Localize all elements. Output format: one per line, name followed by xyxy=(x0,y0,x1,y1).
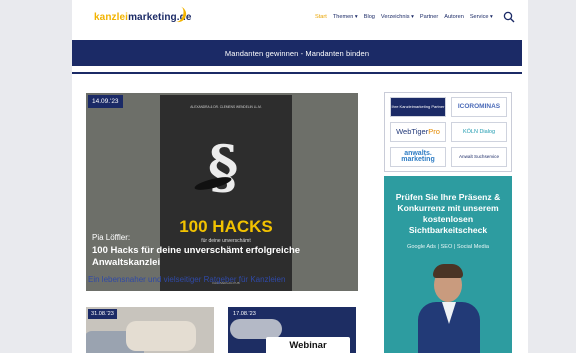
partner-label: Pro xyxy=(428,127,440,136)
article-date-badge: 17.08.'23 xyxy=(230,309,259,319)
logo-part-kanzlei: kanzlei xyxy=(94,12,129,23)
article-excerpt-link[interactable]: Ein lebensnaher und vielseitiger Ratgebe… xyxy=(88,275,285,284)
nav-autoren[interactable]: Autoren xyxy=(444,14,464,20)
nav-partner[interactable]: Partner xyxy=(420,14,438,20)
nav-blog[interactable]: Blog xyxy=(364,14,375,20)
book-authors: ALEXANDRA & DR. CLEMENS WENDELIN LL.M. xyxy=(190,105,262,109)
partner-logo-koeln-dialog[interactable]: KÖLN Dialog xyxy=(451,122,507,142)
article-card[interactable]: Webinar 17.08.'23 xyxy=(228,307,356,353)
article-date-badge: 14.09.'23 xyxy=(88,95,123,108)
partner-logo-kanzleimarketing[interactable]: Ihre Kanzleimarketing Partner xyxy=(390,97,446,117)
ad-headline: Prüfen Sie Ihre Präsenz & Konkurrenz mit… xyxy=(395,192,501,235)
article-title[interactable]: 100 Hacks für deine unverschämt erfolgre… xyxy=(92,245,342,269)
nav-themen[interactable]: Themen ▾ xyxy=(333,14,358,20)
site-logo[interactable]: kanzleimarketing.de xyxy=(94,5,192,25)
partner-logos: Ihre Kanzleimarketing Partner ICOROMINAS… xyxy=(384,92,512,172)
article-card[interactable]: 31.08.'23 xyxy=(86,307,214,353)
ad-services: Google Ads | SEO | Social Media xyxy=(407,244,489,250)
partner-logo-webtiger[interactable]: WebTiger Pro xyxy=(390,122,446,142)
divider xyxy=(72,72,522,74)
robot-arm-image xyxy=(230,319,282,339)
top-navigation: kanzleimarketing.de Start Themen ▾ Blog … xyxy=(72,0,528,36)
sidebar-ad-banner[interactable]: Prüfen Sie Ihre Präsenz & Konkurrenz mit… xyxy=(384,176,512,353)
book-subtitle: für deine unverschämt xyxy=(201,238,251,244)
search-icon[interactable] xyxy=(503,11,515,23)
hair-shape xyxy=(433,264,463,278)
book-title: 100 HACKS xyxy=(179,217,273,236)
main-menu: Start Themen ▾ Blog Verzeichnis ▾ Partne… xyxy=(315,14,493,20)
paragraph-symbol-icon: § xyxy=(208,133,239,201)
featured-article[interactable]: ALEXANDRA & DR. CLEMENS WENDELIN LL.M. §… xyxy=(86,93,358,291)
article-author: Pia Löffler: xyxy=(92,233,131,242)
partner-label: WebTiger xyxy=(396,127,429,136)
handshake-image xyxy=(126,321,196,351)
tagline-banner: Mandanten gewinnen - Mandanten binden xyxy=(72,40,522,66)
nav-verzeichnis[interactable]: Verzeichnis ▾ xyxy=(381,14,414,20)
partner-logo-icorominas[interactable]: ICOROMINAS xyxy=(451,97,507,117)
webinar-label: Webinar xyxy=(266,337,350,353)
article-date-badge: 31.08.'23 xyxy=(88,309,117,319)
tagline-text: Mandanten gewinnen - Mandanten binden xyxy=(224,48,370,58)
partner-logo-anwalts-marketing[interactable]: anwalts. marketing xyxy=(390,147,446,167)
partner-logo-anwalt-suchservice[interactable]: Anwalt Suchservice xyxy=(451,147,507,167)
page: kanzleimarketing.de Start Themen ▾ Blog … xyxy=(72,0,528,353)
consultant-photo xyxy=(418,262,480,353)
nav-service[interactable]: Service ▾ xyxy=(470,14,493,20)
nav-start[interactable]: Start xyxy=(315,14,327,20)
